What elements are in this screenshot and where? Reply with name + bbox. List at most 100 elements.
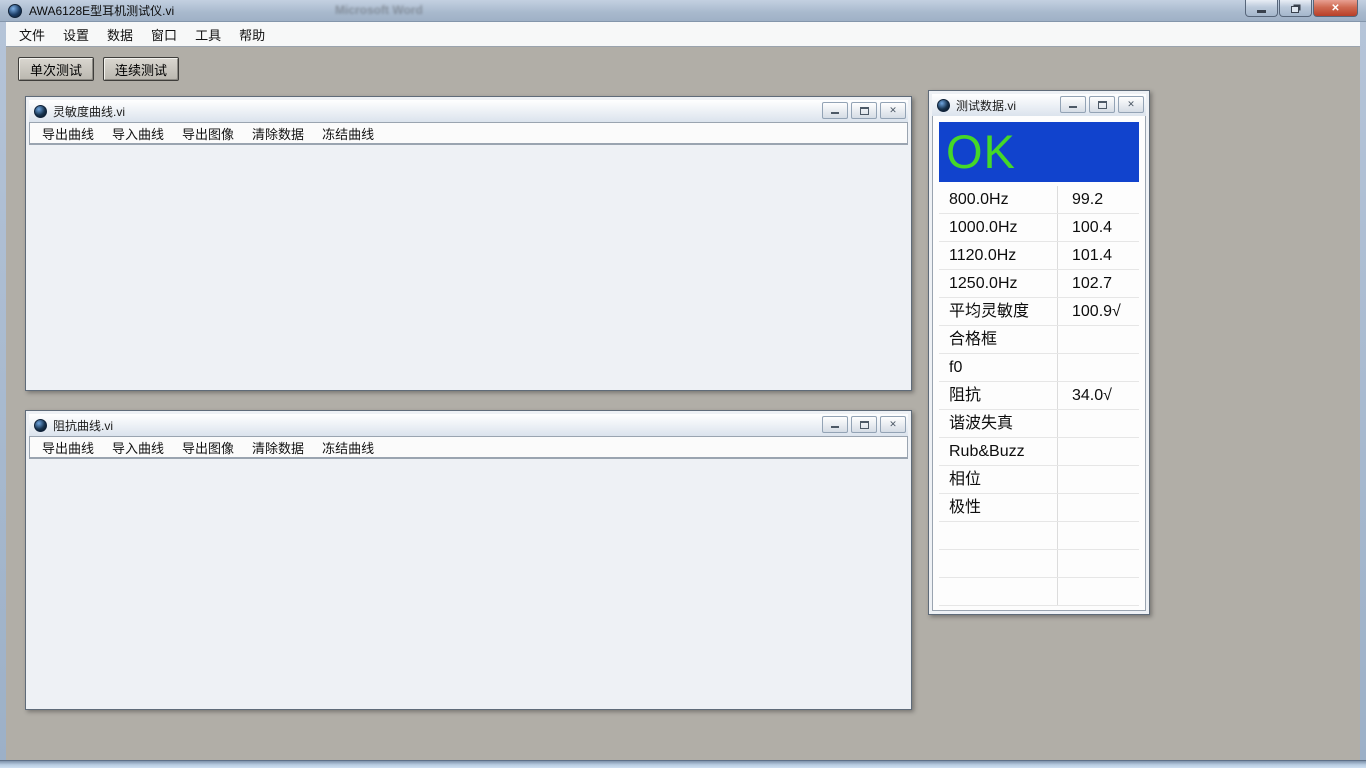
row-value — [1057, 438, 1139, 465]
chart-menu-item[interactable]: 导入曲线 — [103, 122, 173, 145]
menu-item[interactable]: 数据 — [98, 22, 142, 47]
row-value — [1057, 410, 1139, 437]
restore-button[interactable] — [1279, 0, 1312, 17]
table-row: 合格框 — [939, 326, 1139, 354]
row-value — [1057, 578, 1139, 605]
row-label: 平均灵敏度 — [939, 298, 1057, 325]
row-label: 极性 — [939, 494, 1057, 521]
maximize-icon — [860, 421, 869, 429]
row-label — [939, 522, 1057, 549]
row-value — [1057, 326, 1139, 353]
row-label: 1120.0Hz — [939, 242, 1057, 269]
window-titlebar[interactable]: AWA6128E型耳机测试仪.vi Microsoft Word ✕ — [0, 0, 1366, 22]
chart-menu-item[interactable]: 清除数据 — [243, 122, 313, 145]
row-label: 合格框 — [939, 326, 1057, 353]
test-data-window: 测试数据.vi ✕ OK 800.0Hz99.21000.0Hz100.4112… — [928, 90, 1150, 615]
impedance-curve-window: 阻抗曲线.vi ✕ 导出曲线导入曲线导出图像清除数据冻结曲线 025507510… — [25, 410, 912, 710]
minimize-icon — [831, 426, 839, 428]
menu-item[interactable]: 设置 — [54, 22, 98, 47]
single-test-button[interactable]: 单次测试 — [18, 57, 94, 81]
sensitivity-curve-window: 灵敏度曲线.vi ✕ 导出曲线导入曲线导出图像清除数据冻结曲线 45608010… — [25, 96, 912, 391]
table-row: 800.0Hz99.2 — [939, 186, 1139, 214]
table-row: 1120.0Hz101.4 — [939, 242, 1139, 270]
table-row — [939, 550, 1139, 578]
table-row — [939, 522, 1139, 550]
maximize-button[interactable] — [1089, 96, 1115, 113]
table-row: 平均灵敏度100.9√ — [939, 298, 1139, 326]
table-row: 谐波失真 — [939, 410, 1139, 438]
close-icon: ✕ — [1127, 99, 1135, 110]
chart-menu-item[interactable]: 冻结曲线 — [313, 436, 383, 459]
sensitivity-window-title: 灵敏度曲线.vi — [53, 103, 125, 120]
row-value — [1057, 522, 1139, 549]
chart-menu-item[interactable]: 清除数据 — [243, 436, 313, 459]
test-data-panel: OK 800.0Hz99.21000.0Hz100.41120.0Hz101.4… — [932, 116, 1146, 611]
window-border-left — [0, 22, 6, 768]
status-banner: OK — [939, 122, 1139, 182]
continuous-test-button[interactable]: 连续测试 — [103, 57, 179, 81]
close-icon: ✕ — [889, 419, 897, 430]
chart-menu-item[interactable]: 导出曲线 — [33, 122, 103, 145]
restore-icon — [1291, 6, 1299, 13]
minimize-button[interactable] — [1245, 0, 1278, 17]
row-value — [1057, 354, 1139, 381]
row-value: 99.2 — [1057, 186, 1139, 213]
row-value: 102.7 — [1057, 270, 1139, 297]
row-value: 101.4 — [1057, 242, 1139, 269]
mdi-client-area: 单次测试 连续测试 灵敏度曲线.vi ✕ 导出曲线导入曲线导出图像清除数据冻结曲… — [6, 47, 1360, 760]
sensitivity-window-titlebar[interactable]: 灵敏度曲线.vi ✕ — [29, 100, 908, 122]
table-row: 极性 — [939, 494, 1139, 522]
menu-item[interactable]: 帮助 — [230, 22, 274, 47]
minimize-button[interactable] — [822, 102, 848, 119]
menu-item[interactable]: 文件 — [10, 22, 54, 47]
maximize-button[interactable] — [851, 416, 877, 433]
impedance-window-menubar: 导出曲线导入曲线导出图像清除数据冻结曲线 — [29, 436, 908, 458]
close-button[interactable]: ✕ — [1118, 96, 1144, 113]
row-label — [939, 550, 1057, 577]
test-data-window-controls: ✕ — [1060, 96, 1144, 113]
test-data-window-titlebar[interactable]: 测试数据.vi ✕ — [932, 94, 1146, 116]
window-title: AWA6128E型耳机测试仪.vi — [29, 2, 174, 19]
row-value — [1057, 550, 1139, 577]
maximize-icon — [860, 107, 869, 115]
row-label — [939, 578, 1057, 605]
test-data-window-title: 测试数据.vi — [956, 97, 1016, 114]
row-value: 100.9√ — [1057, 298, 1139, 325]
minimize-button[interactable] — [822, 416, 848, 433]
minimize-icon — [1069, 106, 1077, 108]
row-value — [1057, 466, 1139, 493]
table-row: 1000.0Hz100.4 — [939, 214, 1139, 242]
row-label: f0 — [939, 354, 1057, 381]
window-controls: ✕ — [1244, 0, 1358, 17]
application-window: AWA6128E型耳机测试仪.vi Microsoft Word ✕ 文件设置数… — [0, 0, 1366, 768]
table-row: 阻抗34.0√ — [939, 382, 1139, 410]
maximize-button[interactable] — [851, 102, 877, 119]
impedance-window-titlebar[interactable]: 阻抗曲线.vi ✕ — [29, 414, 908, 436]
close-button[interactable]: ✕ — [880, 102, 906, 119]
row-label: 相位 — [939, 466, 1057, 493]
minimize-icon — [1257, 10, 1266, 13]
chart-menu-item[interactable]: 导入曲线 — [103, 436, 173, 459]
status-text: OK — [939, 125, 1016, 179]
vi-icon — [34, 105, 47, 118]
row-value — [1057, 494, 1139, 521]
close-button[interactable]: ✕ — [880, 416, 906, 433]
maximize-icon — [1098, 101, 1107, 109]
window-border-bottom — [0, 760, 1366, 768]
row-value: 100.4 — [1057, 214, 1139, 241]
table-row: 1250.0Hz102.7 — [939, 270, 1139, 298]
minimize-button[interactable] — [1060, 96, 1086, 113]
sensitivity-chart-panel: 4560801001201402010010001000020000频率（Hz）… — [29, 144, 908, 145]
chart-menu-item[interactable]: 冻结曲线 — [313, 122, 383, 145]
chart-menu-item[interactable]: 导出图像 — [173, 436, 243, 459]
close-button[interactable]: ✕ — [1313, 0, 1358, 17]
menu-item[interactable]: 工具 — [186, 22, 230, 47]
chart-menu-item[interactable]: 导出图像 — [173, 122, 243, 145]
row-label: 阻抗 — [939, 382, 1057, 409]
close-icon: ✕ — [889, 105, 897, 116]
chart-menu-item[interactable]: 导出曲线 — [33, 436, 103, 459]
table-row: 相位 — [939, 466, 1139, 494]
sensitivity-window-menubar: 导出曲线导入曲线导出图像清除数据冻结曲线 — [29, 122, 908, 144]
menu-item[interactable]: 窗口 — [142, 22, 186, 47]
table-row — [939, 578, 1139, 606]
